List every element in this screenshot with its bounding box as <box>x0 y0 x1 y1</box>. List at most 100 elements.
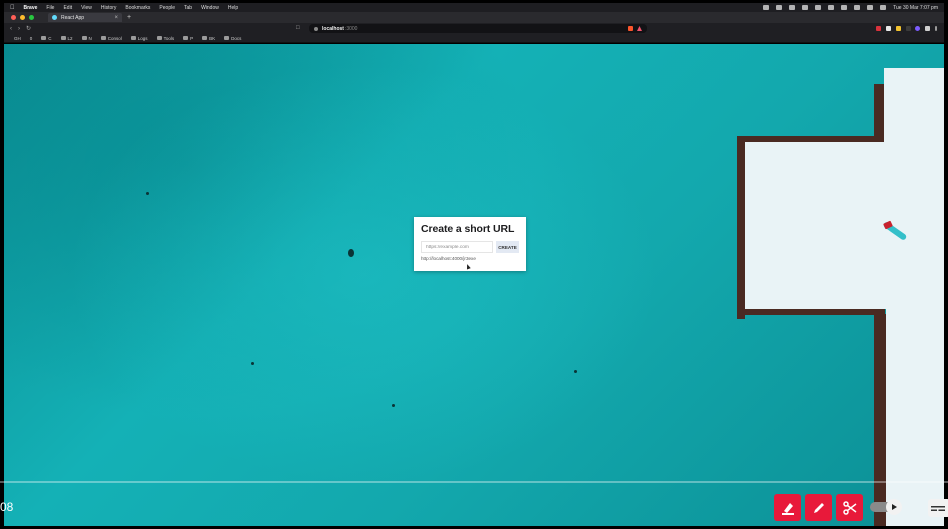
menu-tab[interactable]: Tab <box>184 5 192 11</box>
extension-icon[interactable] <box>876 26 881 31</box>
brave-shield-icon[interactable] <box>628 26 633 31</box>
video-scrub-bar[interactable] <box>0 481 948 483</box>
bookmark-item[interactable]: BK <box>202 36 215 41</box>
snow-area <box>745 142 944 309</box>
bookmark-label: 0 <box>29 35 33 41</box>
highlighter-button[interactable] <box>774 494 801 521</box>
background-detail <box>574 370 577 373</box>
status-icon[interactable] <box>815 5 822 10</box>
extension-icon[interactable] <box>896 26 901 31</box>
menu-help[interactable]: Help <box>228 5 238 11</box>
playback-toggle[interactable] <box>870 499 904 515</box>
folder-icon <box>81 36 87 40</box>
bookmark-item[interactable]: Logs <box>130 36 148 41</box>
bookmark-item[interactable]: P <box>183 36 193 41</box>
apple-icon[interactable]:  <box>10 5 15 11</box>
control-center-icon[interactable] <box>880 5 887 10</box>
folder-icon <box>183 36 189 40</box>
folder-icon <box>100 36 106 40</box>
play-icon <box>892 504 897 510</box>
bookmark-label: P <box>190 35 194 41</box>
pier-edge <box>874 84 884 142</box>
bookmark-label: Consol <box>107 35 122 41</box>
background-detail <box>251 362 254 365</box>
pier-edge <box>737 309 885 315</box>
tab-title: React App <box>61 14 85 21</box>
bookmark-item[interactable]: Consol <box>100 35 122 41</box>
card-title: Create a short URL <box>421 223 515 235</box>
info-icon[interactable] <box>314 26 318 31</box>
window-controls <box>11 15 34 20</box>
bookmark-item[interactable]: C <box>41 36 52 41</box>
status-icon[interactable] <box>789 5 796 10</box>
menu-kebab-icon[interactable] <box>935 26 937 31</box>
bookmark-item[interactable]: L2 <box>60 35 73 41</box>
battery-icon[interactable] <box>854 5 861 10</box>
bookmark-item[interactable]: Docs <box>224 36 241 41</box>
captions-button[interactable] <box>928 499 948 517</box>
status-icon[interactable] <box>776 5 783 10</box>
bookmark-item[interactable]: GH <box>14 36 21 41</box>
menu-view[interactable]: View <box>81 5 92 11</box>
toggle-knob <box>886 499 902 515</box>
extension-icon[interactable] <box>886 26 891 31</box>
video-timecode: 08 <box>0 500 14 514</box>
bookmark-label: Docs <box>231 35 242 41</box>
status-icon[interactable] <box>763 5 770 10</box>
menu-app-name[interactable]: Brave <box>24 5 38 11</box>
close-window-button[interactable] <box>11 15 16 20</box>
extension-icon[interactable] <box>906 26 911 31</box>
trim-button[interactable] <box>836 494 863 521</box>
address-bar[interactable]: localhost :3000 <box>309 24 647 33</box>
snow-area <box>886 306 944 526</box>
wifi-icon[interactable] <box>841 5 848 10</box>
menu-history[interactable]: History <box>101 5 117 11</box>
brave-rewards-icon[interactable] <box>637 26 642 31</box>
status-icon[interactable] <box>802 5 809 10</box>
extensions-puzzle-icon[interactable] <box>925 26 930 31</box>
folder-icon <box>41 36 47 40</box>
bookmark-label: L2 <box>67 35 73 41</box>
bookmark-label: GH <box>14 35 21 41</box>
menu-edit[interactable]: Edit <box>63 5 72 11</box>
menu-file[interactable]: File <box>46 5 54 11</box>
new-tab-button[interactable]: + <box>127 14 131 21</box>
minimize-window-button[interactable] <box>20 15 25 20</box>
menu-window[interactable]: Window <box>201 5 219 11</box>
bookmark-icon[interactable]: □ <box>296 25 300 31</box>
bookmark-item[interactable]: N <box>81 35 92 41</box>
bookmarks-bar: GH 0 C L2 N Consol Logs Tools P BK Docs <box>4 34 944 43</box>
background-detail <box>348 249 354 257</box>
address-host: localhost <box>322 25 344 32</box>
search-icon[interactable] <box>867 5 874 10</box>
folder-icon <box>156 36 162 40</box>
browser-toolbar: ‹ › ↻ □ localhost :3000 <box>4 23 944 34</box>
pen-icon <box>813 502 824 513</box>
reload-icon[interactable]: ↻ <box>26 25 31 32</box>
bookmark-item[interactable]: 0 <box>30 36 33 41</box>
url-form: CREATE <box>421 241 519 253</box>
back-icon[interactable]: ‹ <box>10 26 12 32</box>
tab-react-app[interactable]: React App × <box>48 13 122 22</box>
bookmark-label: BK <box>209 35 216 41</box>
bookmark-item[interactable]: Tools <box>156 36 174 41</box>
short-url-result[interactable]: http://localhost:4000/jr3exe <box>421 256 519 261</box>
highlighter-icon <box>781 502 794 515</box>
zoom-window-button[interactable] <box>29 15 34 20</box>
url-input[interactable] <box>421 241 493 253</box>
menu-bookmarks[interactable]: Bookmarks <box>125 5 150 11</box>
bookmark-label: N <box>88 35 92 41</box>
address-port: :3000 <box>344 25 358 32</box>
profile-avatar[interactable] <box>915 26 920 31</box>
status-icon[interactable] <box>828 5 835 10</box>
folder-icon <box>130 36 136 40</box>
background-detail <box>146 192 149 195</box>
menu-people[interactable]: People <box>159 5 175 11</box>
create-button[interactable]: CREATE <box>496 241 519 253</box>
pen-button[interactable] <box>805 494 832 521</box>
close-icon[interactable]: × <box>114 15 118 21</box>
pier-edge <box>874 314 886 526</box>
menu-clock[interactable]: Tue 30 Mar 7:07 pm <box>893 5 938 11</box>
captions-icon <box>931 506 945 511</box>
forward-icon[interactable]: › <box>18 26 20 32</box>
